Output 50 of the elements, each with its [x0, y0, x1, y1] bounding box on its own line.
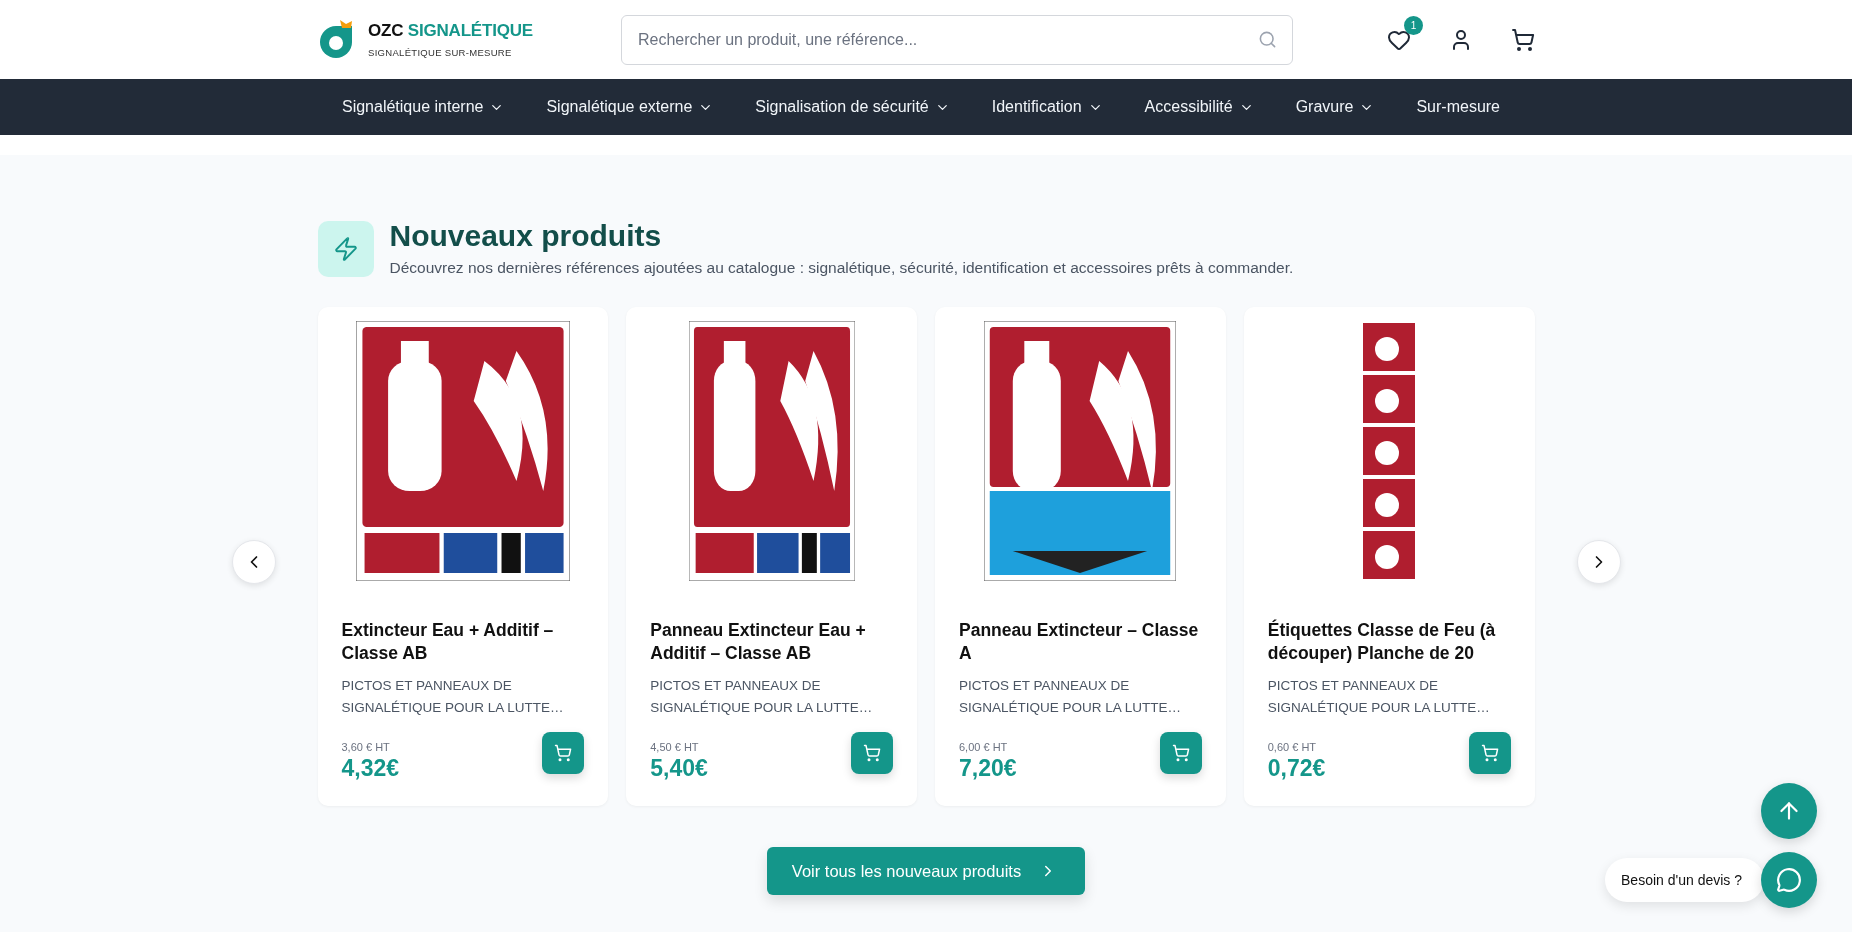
product-category: PICTOS ET PANNEAUX DE SIGNALÉTIQUE POUR LA LUTTE…: [959, 677, 1183, 717]
price-excl-tax: 4,50 € HT: [650, 741, 700, 753]
product-price: 5,40€: [650, 755, 708, 782]
product-title[interactable]: Étiquettes Classe de Feu (à découper) Planche de 20: [1267, 619, 1511, 665]
section-subtitle: Découvrez nos dernières références ajoutées au catalogue : signalétique, sécurité, identification et accessoires prêts à commander.: [389, 259, 1294, 277]
cart-icon[interactable]: [863, 744, 881, 762]
product-title[interactable]: Panneau Extincteur Eau + Additif – Classe AB: [650, 619, 893, 665]
product-category: PICTOS ET PANNEAUX DE SIGNALÉTIQUE POUR LA LUTTE…: [1267, 677, 1491, 717]
quote-bubble[interactable]: Besoin d'un devis ?: [1605, 858, 1764, 902]
cart-icon[interactable]: [1171, 744, 1190, 762]
product-card[interactable]: Panneau Extincteur – Classe A PICTOS ET PANNEAUX DE SIGNALÉTIQUE POUR LA LUTTE… 6,00 € HT 7,20€: [935, 307, 1226, 806]
product-card[interactable]: Étiquettes Classe de Feu (à découper) Planche de 20 PICTOS ET PANNEAUX DE SIGNALÉTIQUE POUR LA LUTTE… 0,60 € HT 0,72€: [1243, 307, 1535, 806]
search-icon[interactable]: [1258, 29, 1277, 49]
nav-link[interactable]: Signalétique externe: [546, 98, 714, 116]
product-card[interactable]: Extincteur Eau + Additif – Classe AB PICTOS ET PANNEAUX DE SIGNALÉTIQUE POUR LA LUTTE… 3,60 € HT 4,32€: [317, 307, 609, 806]
product-card[interactable]: Panneau Extincteur Eau + Additif – Classe AB PICTOS ET PANNEAUX DE SIGNALÉTIQUE POUR LA LUTTE… 4,50 € HT 5,40€: [626, 307, 917, 806]
chat-bubble-icon[interactable]: [1776, 867, 1802, 893]
brand-name[interactable]: OZC SIGNALÉTIQUE: [368, 21, 533, 41]
price-excl-tax: 3,60 € HT: [341, 741, 391, 753]
price-excl-tax: 0,60 € HT: [1267, 741, 1318, 753]
price-excl-tax: 6,00 € HT: [959, 741, 1009, 753]
brand-tagline: SIGNALÉTIQUE SUR-MESURE: [368, 47, 513, 58]
lightning-icon: [332, 236, 359, 262]
product-category: PICTOS ET PANNEAUX DE SIGNALÉTIQUE POUR LA LUTTE…: [341, 677, 565, 717]
cart-icon[interactable]: [554, 744, 573, 762]
search-field[interactable]: Rechercher un produit, une référence...: [621, 14, 1293, 65]
cart-button[interactable]: [1511, 27, 1535, 52]
chat-button[interactable]: [1761, 852, 1817, 908]
view-all-button[interactable]: Voir tous les nouveaux produits: [766, 847, 1086, 895]
section-title: Nouveaux produits: [389, 219, 663, 253]
cart-icon[interactable]: [1480, 744, 1499, 762]
product-title[interactable]: Extincteur Eau + Additif – Classe AB: [341, 619, 585, 665]
wishlist-count: 1: [1404, 15, 1423, 35]
product-price: 0,72€: [1267, 755, 1326, 782]
product-category: PICTOS ET PANNEAUX DE SIGNALÉTIQUE POUR LA LUTTE…: [650, 677, 874, 717]
nav-link[interactable]: Accessibilité: [1144, 98, 1254, 116]
nav-link[interactable]: Gravure: [1295, 98, 1375, 116]
nav-link[interactable]: Sur-mesure: [1416, 98, 1500, 116]
add-to-cart-button[interactable]: [851, 732, 893, 774]
nav-link[interactable]: Identification: [991, 98, 1103, 116]
add-to-cart-button[interactable]: [542, 732, 585, 774]
logo-icon: [318, 19, 354, 60]
add-to-cart-button[interactable]: [1159, 732, 1202, 774]
nav-link[interactable]: Signalisation de sécurité: [755, 98, 950, 116]
product-price: 4,32€: [341, 755, 400, 782]
add-to-cart-button[interactable]: [1468, 732, 1511, 774]
product-title[interactable]: Panneau Extincteur – Classe A: [959, 619, 1202, 665]
nav-link[interactable]: Signalétique interne: [342, 98, 505, 116]
scroll-to-top-button[interactable]: [1761, 783, 1817, 839]
product-price: 7,20€: [959, 755, 1017, 782]
